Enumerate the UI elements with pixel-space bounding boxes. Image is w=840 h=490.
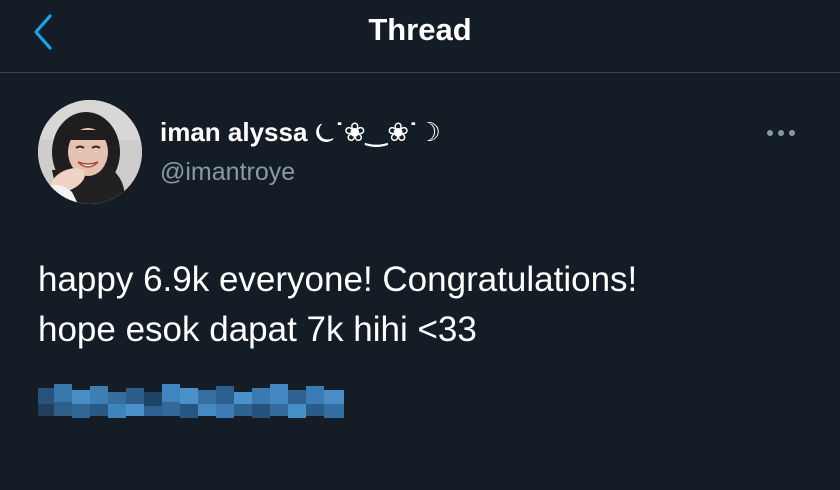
pixelated-censored-text — [38, 384, 344, 418]
author-display-name[interactable]: iman alyssa ⏾˙❀‿❀˙☽ — [160, 117, 441, 147]
top-nav-bar: Thread — [0, 0, 840, 73]
thread-screen: Thread iman alyssa ⏾˙❀‿❀˙☽ @imantroye ha… — [0, 0, 840, 490]
tweet-body: happy 6.9k everyone! Congratulations! ho… — [38, 255, 818, 355]
avatar[interactable] — [38, 100, 142, 204]
tweet-card[interactable]: iman alyssa ⏾˙❀‿❀˙☽ @imantroye happy 6.9… — [0, 73, 840, 490]
author-handle[interactable]: @imantroye — [160, 157, 295, 187]
more-options-button[interactable] — [762, 123, 802, 143]
avatar-image — [38, 100, 142, 204]
page-title: Thread — [368, 12, 472, 47]
tweet-text-line: happy 6.9k everyone! Congratulations! — [38, 260, 638, 299]
tweet-text-line: hope esok dapat 7k hihi <33 — [38, 310, 477, 349]
ellipsis-icon — [767, 130, 795, 136]
blurred-link[interactable] — [38, 378, 348, 424]
